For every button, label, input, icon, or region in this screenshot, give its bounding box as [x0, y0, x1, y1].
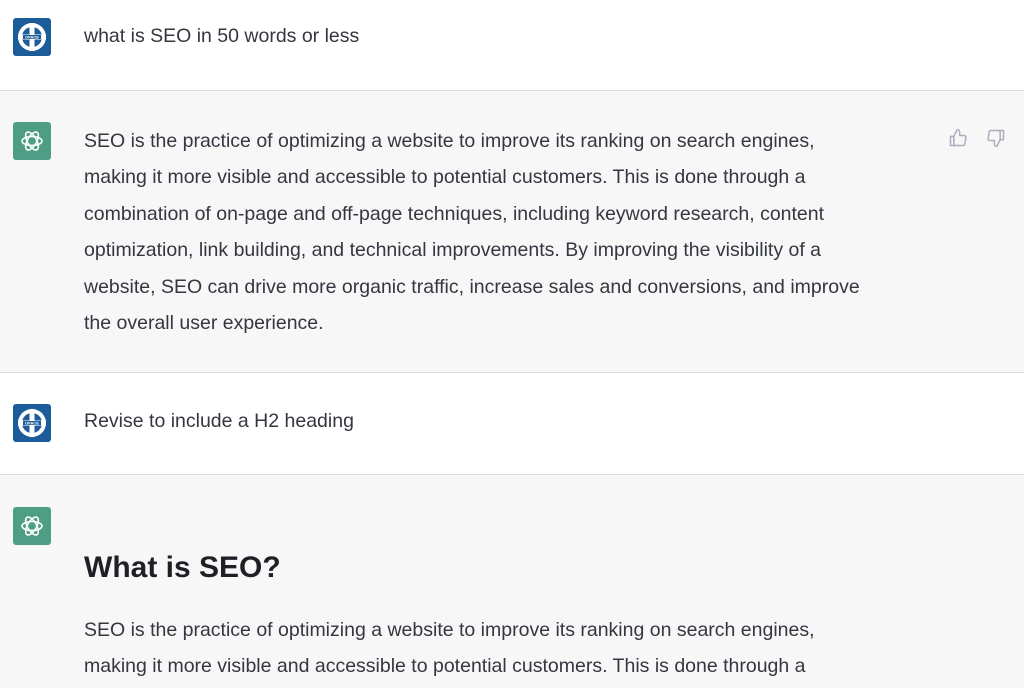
user-message: OPACE what is SEO in 50 words or less [0, 0, 1024, 90]
chat-thread: OPACE what is SEO in 50 words or less SE… [0, 0, 1024, 688]
thumbs-down-icon[interactable] [986, 127, 1006, 149]
text-line: combination of on-page and off-page tech… [84, 202, 825, 225]
assistant-avatar [13, 122, 51, 160]
assistant-message: SEO is the practice of optimizing a webs… [0, 91, 1024, 372]
openai-logo-icon [21, 516, 43, 536]
svg-text:OPACE: OPACE [25, 420, 39, 425]
assistant-message-text: SEO is the practice of optimizing a webs… [84, 123, 944, 341]
assistant-message: What is SEO? SEO is the practice of opti… [0, 475, 1024, 688]
assistant-avatar [13, 507, 51, 545]
opace-logo-icon: OPACE [18, 23, 46, 51]
text-line: SEO is the practice of optimizing a webs… [84, 130, 815, 152]
opace-logo-icon: OPACE [18, 409, 46, 437]
text-line: optimization, link building, and technic… [84, 239, 822, 262]
thumbs-up-icon[interactable] [948, 127, 968, 149]
text-line: the overall user experience. [84, 312, 324, 335]
openai-logo-icon [21, 131, 43, 151]
user-message-text: Revise to include a H2 heading [84, 410, 354, 432]
text-line: making it more visible and accessible to… [84, 655, 806, 678]
feedback-actions [948, 127, 1006, 149]
user-avatar: OPACE [13, 18, 51, 56]
text-line: SEO is the practice of optimizing a webs… [84, 619, 815, 641]
text-line: website, SEO can drive more organic traf… [84, 275, 860, 298]
section-heading: What is SEO? [84, 551, 281, 584]
text-line: making it more visible and accessible to… [84, 166, 806, 189]
user-message-text: what is SEO in 50 words or less [84, 25, 360, 47]
assistant-message-text: SEO is the practice of optimizing a webs… [84, 612, 944, 685]
svg-text:OPACE: OPACE [25, 34, 39, 39]
user-avatar: OPACE [13, 404, 51, 442]
user-message: OPACE Revise to include a H2 heading [0, 373, 1024, 474]
